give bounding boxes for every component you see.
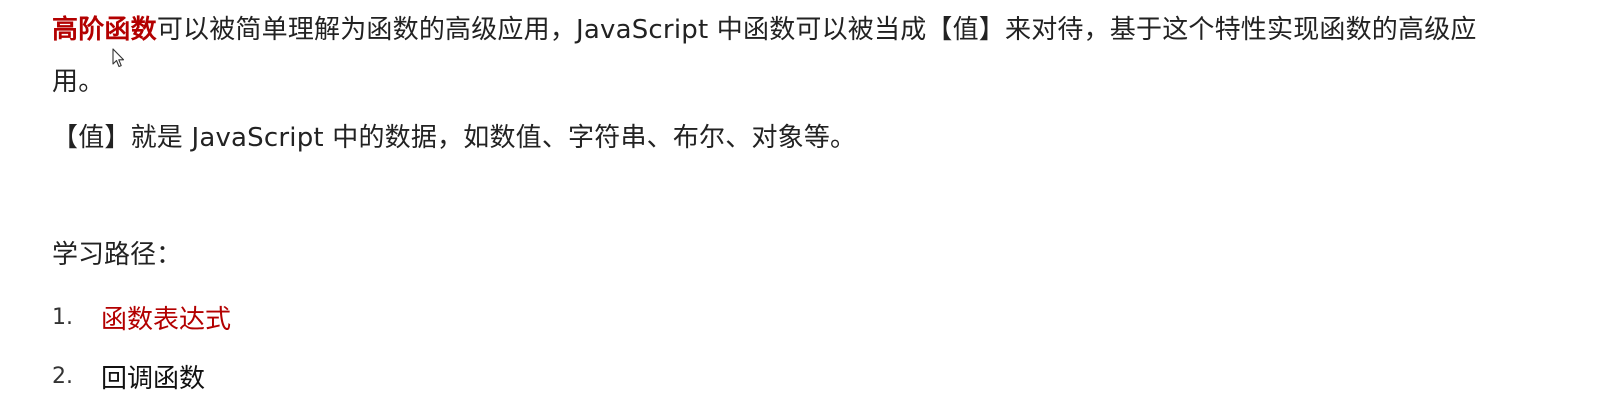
list-item-text: 回调函数 — [101, 364, 206, 394]
list-item-number: 1. — [52, 305, 73, 330]
intro-text: 可以被简单理解为函数的高级应用，JavaScript 中函数可以被当成【值】来对… — [52, 15, 1477, 97]
highlight-term: 高阶函数 — [52, 15, 157, 45]
list-item: 2. 回调函数 — [52, 347, 231, 406]
intro-paragraph: 高阶函数可以被简单理解为函数的高级应用，JavaScript 中函数可以被当成【… — [52, 4, 1522, 108]
value-note-paragraph: 【值】就是 JavaScript 中的数据，如数值、字符串、布尔、对象等。 — [52, 123, 857, 153]
learning-path-list: 1. 函数表达式 2. 回调函数 — [52, 288, 231, 406]
mouse-cursor-icon — [112, 48, 125, 68]
list-item-number: 2. — [52, 364, 73, 389]
learning-path-label: 学习路径： — [52, 240, 183, 270]
list-item-link[interactable]: 函数表达式 — [101, 299, 231, 336]
list-item: 1. 函数表达式 — [52, 288, 231, 347]
